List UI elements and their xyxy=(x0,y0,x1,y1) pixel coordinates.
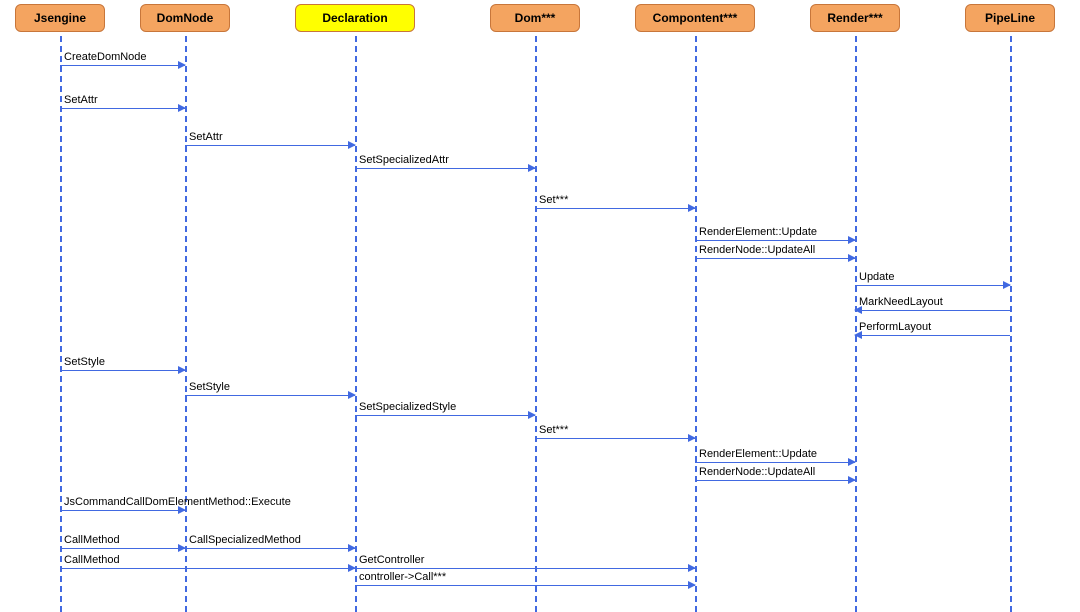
label-21: controller->Call*** xyxy=(359,571,446,583)
label-17: CallMethod xyxy=(64,534,120,546)
arrow-16 xyxy=(60,510,185,511)
label-9: PerformLayout xyxy=(859,321,931,333)
label-20: GetController xyxy=(359,554,424,566)
arrow-21 xyxy=(355,585,695,586)
label-15: RenderNode::UpdateAll xyxy=(699,466,815,478)
lifeline-declaration xyxy=(355,36,357,612)
actor-declaration: Declaration xyxy=(295,4,415,32)
label-2: SetAttr xyxy=(189,131,223,143)
arrow-6 xyxy=(695,258,855,259)
label-1: SetAttr xyxy=(64,94,98,106)
actor-domnode: DomNode xyxy=(140,4,230,32)
arrow-17 xyxy=(60,548,185,549)
arrow-0 xyxy=(60,65,185,66)
label-7: Update xyxy=(859,271,894,283)
arrow-2 xyxy=(185,145,355,146)
arrow-9 xyxy=(855,335,1010,336)
arrow-10 xyxy=(60,370,185,371)
label-19: CallMethod xyxy=(64,554,120,566)
arrow-8 xyxy=(855,310,1010,311)
label-12: SetSpecializedStyle xyxy=(359,401,456,413)
label-14: RenderElement::Update xyxy=(699,448,817,460)
lifeline-component xyxy=(695,36,697,612)
label-3: SetSpecializedAttr xyxy=(359,154,449,166)
actor-pipeline: PipeLine xyxy=(965,4,1055,32)
arrow-12 xyxy=(355,415,535,416)
arrow-4 xyxy=(535,208,695,209)
label-13: Set*** xyxy=(539,424,568,436)
label-5: RenderElement::Update xyxy=(699,226,817,238)
actor-render: Render*** xyxy=(810,4,900,32)
lifeline-pipeline xyxy=(1010,36,1012,612)
arrow-20 xyxy=(355,568,695,569)
label-4: Set*** xyxy=(539,194,568,206)
label-16: JsCommandCallDomElementMethod::Execute xyxy=(64,496,291,508)
label-11: SetStyle xyxy=(189,381,230,393)
label-10: SetStyle xyxy=(64,356,105,368)
arrow-5 xyxy=(695,240,855,241)
arrow-14 xyxy=(695,462,855,463)
actor-jsengine: Jsengine xyxy=(15,4,105,32)
arrow-7 xyxy=(855,285,1010,286)
label-0: CreateDomNode xyxy=(64,51,147,63)
lifeline-render xyxy=(855,36,857,612)
label-18: CallSpecializedMethod xyxy=(189,534,301,546)
arrow-19 xyxy=(60,568,355,569)
arrow-15 xyxy=(695,480,855,481)
lifeline-jsengine xyxy=(60,36,62,612)
lifeline-dom xyxy=(535,36,537,612)
sequence-diagram: Jsengine DomNode Declaration Dom*** Componte… xyxy=(0,0,1080,612)
arrow-1 xyxy=(60,108,185,109)
label-8: MarkNeedLayout xyxy=(859,296,943,308)
arrow-3 xyxy=(355,168,535,169)
lifeline-domnode xyxy=(185,36,187,612)
actor-component: Compontent*** xyxy=(635,4,755,32)
actor-dom: Dom*** xyxy=(490,4,580,32)
label-6: RenderNode::UpdateAll xyxy=(699,244,815,256)
arrow-18 xyxy=(185,548,355,549)
arrow-11 xyxy=(185,395,355,396)
arrow-13 xyxy=(535,438,695,439)
